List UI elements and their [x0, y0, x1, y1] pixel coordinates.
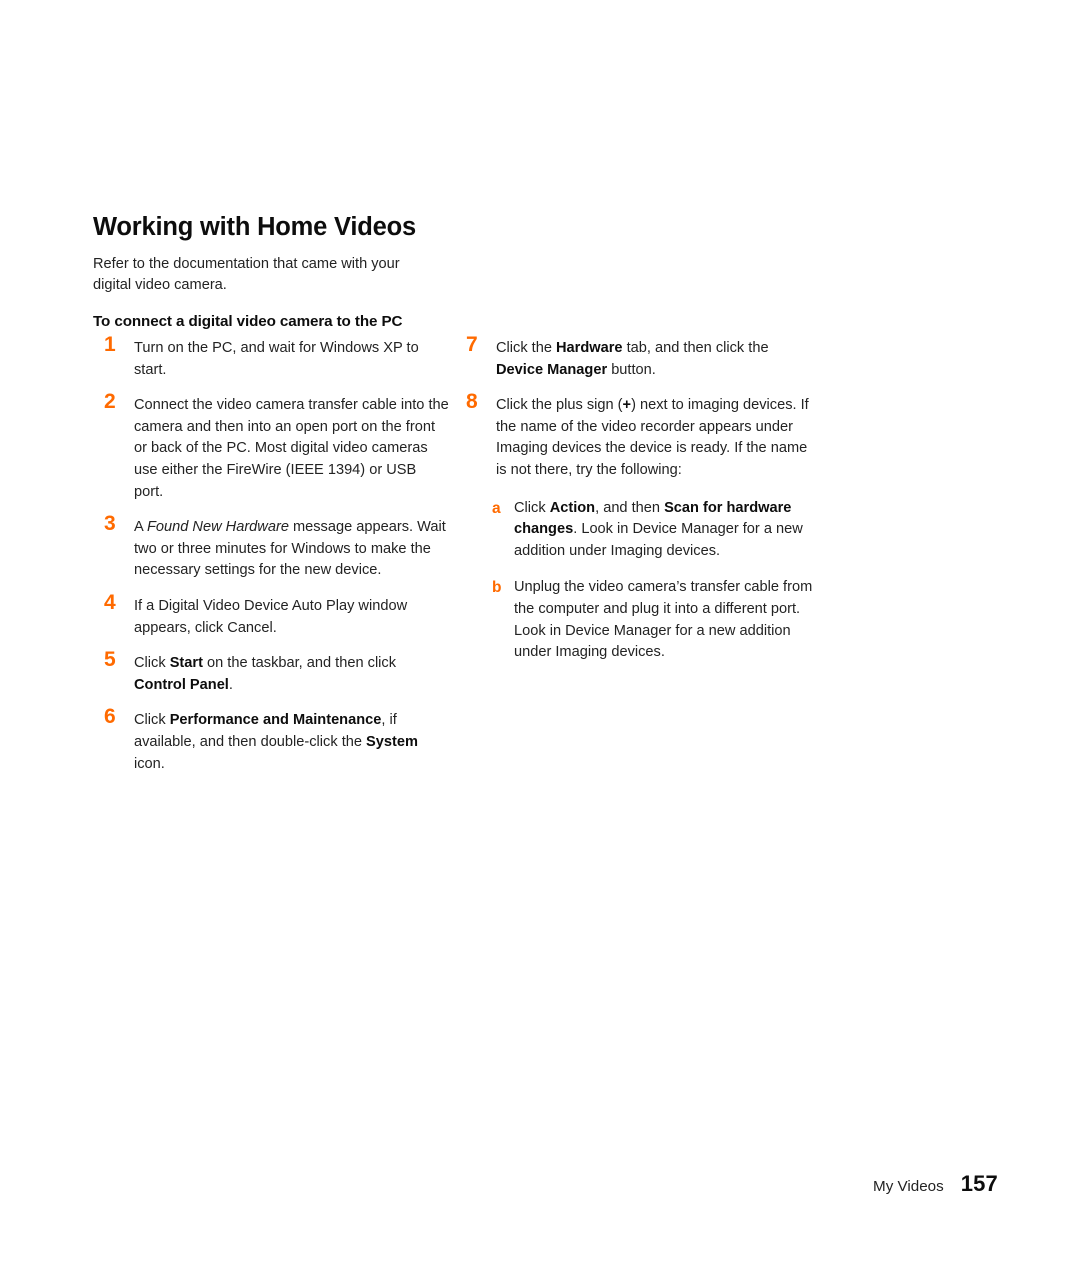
numbered-step: 1 Turn on the PC, and wait for Windows XP… — [104, 333, 449, 381]
text-run: A — [134, 519, 147, 536]
step-text: If a Digital Video Device Auto Play wind… — [134, 596, 449, 639]
text-run: Unplug the video camera’s transfer cable… — [514, 579, 813, 661]
step-text: Click the plus sign (+) next to imaging … — [496, 395, 816, 481]
text-run: Click — [134, 655, 170, 672]
step-number: 4 — [104, 590, 116, 614]
text-run: Connect the video camera transfer cable … — [134, 397, 449, 500]
step-number: 5 — [104, 648, 116, 672]
text-run: Performance and Maintenance — [169, 712, 382, 729]
text-run: Found New Hardware — [146, 519, 289, 536]
step-text: Click Performance and Maintenance, if av… — [134, 710, 449, 775]
numbered-step: 3 A Found New Hardware message appears. W… — [104, 512, 449, 582]
lettered-substep: a Click Action, and then Scan for hardwar… — [492, 498, 816, 563]
substep-letter: a — [492, 499, 501, 517]
step-text: Click Start on the taskbar, and then cli… — [134, 653, 449, 696]
step-number: 3 — [104, 512, 116, 536]
text-run: Click — [134, 712, 170, 729]
text-run: icon. — [134, 755, 165, 772]
text-run: Hardware — [556, 340, 623, 356]
text-run: Turn on the PC, and wait for Windows XP … — [134, 340, 419, 378]
substep-letter: b — [492, 579, 502, 597]
step-text: A Found New Hardware message appears. Wa… — [134, 517, 449, 582]
numbered-step: 4 If a Digital Video Device Auto Play win… — [104, 591, 449, 639]
page-footer: My Videos 157 — [873, 1171, 998, 1197]
steps-column-right: 7 Click the Hardware tab, and then click … — [466, 333, 816, 679]
intro-paragraph: Refer to the documentation that came wit… — [93, 255, 400, 294]
step-number: 1 — [104, 333, 116, 356]
lettered-substep-list: a Click Action, and then Scan for hardwar… — [492, 498, 816, 664]
page-title: Working with Home Videos — [93, 213, 416, 242]
lettered-substep: b Unplug the video camera’s transfer cabl… — [492, 577, 816, 663]
text-run: Click the plus sign ( — [496, 397, 623, 414]
footer-page-number: 157 — [960, 1171, 998, 1196]
steps-column-left: 1 Turn on the PC, and wait for Windows XP… — [104, 333, 449, 789]
step-text: Click the Hardware tab, and then click t… — [496, 338, 816, 381]
text-run: Device Manager — [496, 361, 608, 378]
text-run: If a Digital Video Device Auto Play wind… — [134, 597, 408, 636]
step-text: Turn on the PC, and wait for Windows XP … — [134, 338, 449, 381]
text-run: + — [622, 397, 632, 414]
numbered-step: 7 Click the Hardware tab, and then click … — [466, 333, 816, 381]
step-number: 8 — [466, 390, 478, 414]
substep-text: Unplug the video camera’s transfer cable… — [514, 577, 816, 663]
text-run: Click the — [496, 340, 557, 356]
numbered-step: 2 Connect the video camera transfer cable… — [104, 390, 449, 503]
numbered-step: 5 Click Start on the taskbar, and then cl… — [104, 648, 449, 696]
text-run: on the taskbar, and then click — [202, 655, 397, 672]
text-run: Click — [514, 499, 550, 516]
text-run: button. — [607, 361, 656, 378]
text-run: System — [366, 733, 418, 750]
step-number: 2 — [104, 390, 116, 414]
text-run: tab, and then click the — [622, 340, 769, 356]
text-run: Action — [549, 499, 596, 516]
step-number: 6 — [104, 705, 116, 729]
numbered-step: 8 Click the plus sign (+) next to imaging… — [466, 390, 816, 481]
step-number: 7 — [466, 333, 478, 356]
text-run: , and then — [595, 499, 665, 516]
numbered-step: 6 Click Performance and Maintenance, if a… — [104, 705, 449, 775]
document-page: Working with Home Videos Refer to the do… — [0, 0, 1080, 1270]
text-run: Start — [169, 655, 203, 672]
subheading: To connect a digital video camera to the… — [93, 312, 403, 330]
substep-text: Click Action, and then Scan for hardware… — [514, 498, 816, 563]
text-run: . — [228, 676, 233, 693]
step-text: Connect the video camera transfer cable … — [134, 395, 449, 503]
footer-section-label: My Videos — [873, 1178, 944, 1195]
text-run: Control Panel — [134, 676, 229, 693]
